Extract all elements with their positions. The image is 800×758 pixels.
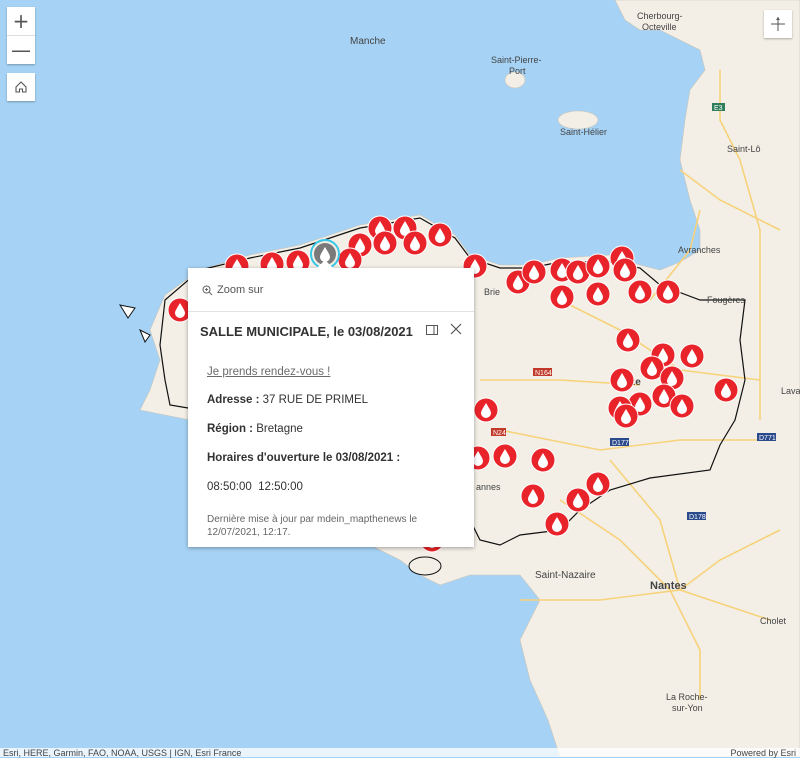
feature-popup: Zoom sur SALLE MUNICIPALE, le 03/08/2021… [188,260,474,547]
popup-title: SALLE MUNICIPALE, le 03/08/2021 [200,324,413,339]
address-value: 37 RUE DE PRIMEL [262,394,369,406]
blood-drop-marker[interactable] [609,367,635,393]
compass-button[interactable] [764,10,792,38]
blood-drop-marker[interactable] [713,377,739,403]
blood-drop-marker[interactable] [627,279,653,305]
address-row: Adresse : 37 RUE DE PRIMEL [207,394,368,406]
zoom-in-button[interactable]: + [7,7,35,35]
zoom-to-label: Zoom sur [217,284,264,296]
blood-drop-marker[interactable] [585,281,611,307]
zoom-controls: + — [7,7,35,64]
blood-drop-marker[interactable] [549,284,575,310]
blood-drop-marker[interactable] [669,393,695,419]
attribution-bar: Esri, HERE, Garmin, FAO, NOAA, USGS | IG… [0,748,800,758]
shield-e3: E3 [714,105,723,112]
region-label: Région : [207,423,253,435]
zoom-out-button[interactable]: — [7,35,35,64]
blood-drop-marker[interactable] [521,259,547,285]
label-cherbourg: Cherbourg- [637,11,683,21]
close-icon[interactable] [450,323,462,335]
blood-drop-marker[interactable] [613,403,639,429]
blood-drop-marker[interactable] [402,230,428,256]
label-nantes: Nantes [650,580,687,592]
region-row: Région : Bretagne [207,423,303,435]
label-lava: Lava [781,386,800,396]
blood-drop-marker[interactable] [565,487,591,513]
shield-d771: D771 [759,435,776,442]
label-port: Port [509,66,526,76]
zoom-to-action[interactable]: Zoom sur [202,284,263,296]
label-saint-pierre: Saint-Pierre- [491,55,542,65]
blood-drop-marker[interactable] [585,471,611,497]
address-label: Adresse : [207,394,260,406]
label-avranches: Avranches [678,245,721,255]
label-saint-lo: Saint-Lô [727,144,761,154]
label-cholet: Cholet [760,616,787,626]
blood-drop-marker[interactable] [655,279,681,305]
blood-drop-marker[interactable] [612,257,638,283]
blood-drop-marker[interactable] [372,230,398,256]
label-saint-helier: Saint-Hélier [560,127,607,137]
popup-divider [188,311,474,312]
blood-drop-marker[interactable] [585,253,611,279]
appointment-link[interactable]: Je prends rendez-vous ! [207,366,330,378]
zoom-magnifier-icon [202,285,213,295]
blood-drop-marker[interactable] [427,222,453,248]
shield-d178: D178 [689,514,706,521]
blood-drop-marker[interactable] [473,397,499,423]
shield-d177: D177 [612,440,629,447]
blood-drop-marker[interactable] [679,343,705,369]
dock-icon[interactable] [426,325,438,335]
label-vannes: annes [476,482,501,492]
popup-pointer [316,260,334,269]
blood-drop-marker[interactable] [530,447,556,473]
island-belle-ile [408,556,442,576]
home-button[interactable] [7,73,35,101]
label-sur-yon: sur-Yon [672,703,703,713]
label-octeville: Octeville [642,22,677,32]
region-value: Bretagne [256,423,303,435]
compass-icon [771,17,785,31]
blood-drop-marker[interactable] [615,327,641,353]
blood-drop-marker[interactable] [520,483,546,509]
last-update-text: Dernière mise à jour par mdein_mapthenew… [207,514,418,538]
shield-n164: N164 [535,370,552,377]
hours-label: Horaires d'ouverture le 03/08/2021 : [207,452,401,464]
shield-n24: N24 [493,430,506,437]
hours-value: 08:50:00 12:50:00 [207,481,303,493]
home-icon [15,81,27,93]
label-fougeres: Fougères [707,295,746,305]
label-saint-nazaire: Saint-Nazaire [535,570,596,581]
label-saint-brieuc: Brie [484,287,500,297]
blood-drop-marker[interactable] [544,511,570,537]
label-manche: Manche [350,36,386,47]
blood-drop-marker[interactable] [492,443,518,469]
label-la-roche: La Roche- [666,692,708,702]
